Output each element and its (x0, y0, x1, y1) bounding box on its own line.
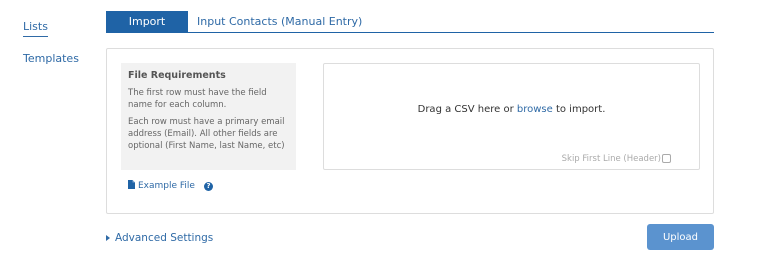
example-file-link[interactable]: Example File ? (128, 180, 213, 192)
help-icon[interactable]: ? (203, 181, 213, 191)
sidebar-item-templates[interactable]: Templates (23, 52, 79, 65)
file-icon (128, 180, 135, 192)
caret-right-icon (106, 235, 110, 241)
tab-bar: Import Contacts Input Contacts (Manual E… (106, 11, 714, 50)
requirement-text: The first row must have the field name f… (128, 88, 267, 110)
advanced-settings-label: Advanced Settings (115, 232, 214, 244)
sidebar: Lists Templates (23, 20, 79, 85)
advanced-settings-toggle[interactable]: Advanced Settings (106, 232, 213, 244)
file-requirements-box: File Requirements The first row must hav… (121, 63, 296, 170)
browse-link[interactable]: browse (517, 104, 553, 115)
dropzone-instructions: Drag a CSV here or browse to import. (324, 104, 699, 115)
csv-dropzone[interactable]: Drag a CSV here or browse to import. Ski… (323, 63, 700, 170)
sidebar-item-lists[interactable]: Lists (23, 20, 48, 37)
example-file-label: Example File (138, 181, 195, 191)
tab-input-contacts-manual[interactable]: Input Contacts (Manual Entry) (197, 11, 362, 33)
upload-button[interactable]: Upload (647, 224, 714, 250)
import-panel: File Requirements The first row must hav… (106, 48, 714, 214)
skip-first-line-label: Skip First Line (Header) (561, 154, 661, 164)
dropzone-text-before: Drag a CSV here or (417, 104, 517, 115)
file-requirements-title: File Requirements (128, 70, 226, 81)
requirement-text: Each row must have a primary email addre… (128, 117, 285, 151)
dropzone-text-after: to import. (552, 104, 606, 115)
tab-import-contacts[interactable]: Import Contacts (106, 11, 188, 50)
skip-first-line-checkbox[interactable] (662, 154, 671, 163)
